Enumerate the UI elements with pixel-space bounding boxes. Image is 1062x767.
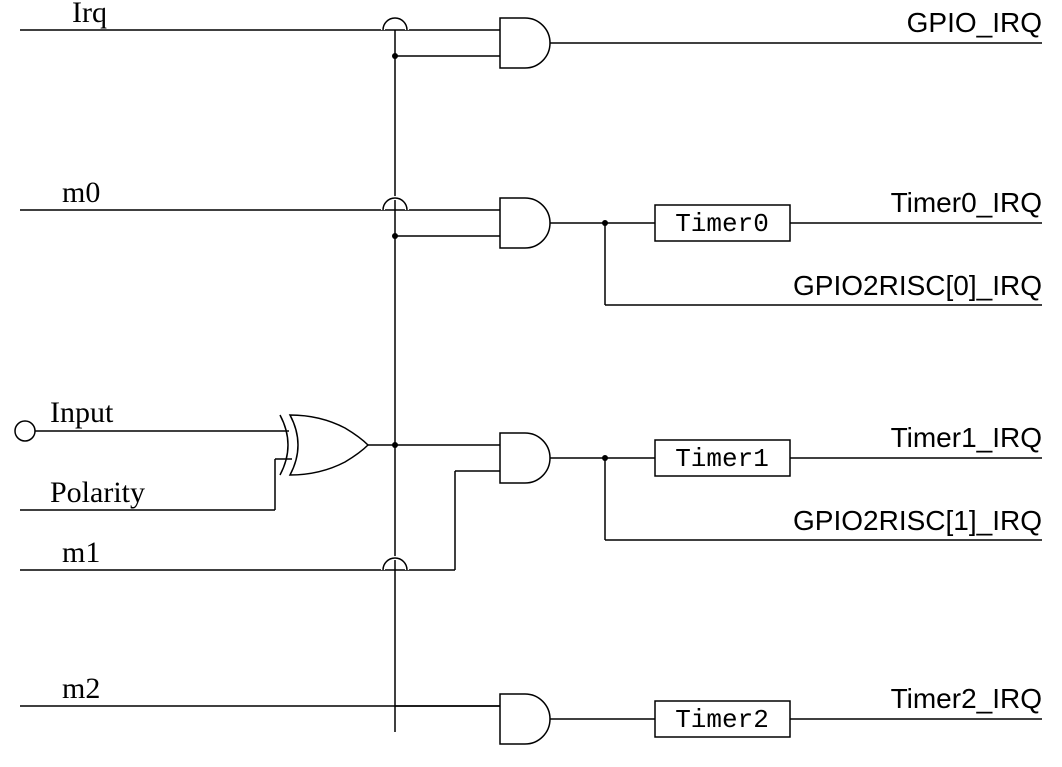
and-gate-m2 (500, 694, 550, 744)
label-gpio2risc0: GPIO2RISC[0]_IRQ (793, 270, 1042, 301)
label-irq: Irq (72, 0, 107, 29)
timer0-label: Timer0 (675, 209, 769, 239)
label-timer1-irq: Timer1_IRQ (891, 422, 1042, 453)
xor-gate (280, 415, 368, 475)
timer2-label: Timer2 (675, 705, 769, 735)
and-gate-m0 (500, 198, 550, 248)
label-timer0-irq: Timer0_IRQ (891, 187, 1042, 218)
label-gpio-irq: GPIO_IRQ (907, 7, 1042, 38)
timer1-label: Timer1 (675, 444, 769, 474)
label-input: Input (50, 396, 114, 429)
label-timer2-irq: Timer2_IRQ (891, 683, 1042, 714)
and-gate-irq (500, 18, 550, 68)
and-gate-m1 (500, 433, 550, 483)
label-m2: m2 (62, 672, 100, 705)
label-polarity: Polarity (50, 476, 145, 509)
label-m1: m1 (62, 536, 100, 569)
label-gpio2risc1: GPIO2RISC[1]_IRQ (793, 505, 1042, 536)
input-pad (15, 421, 35, 441)
label-m0: m0 (62, 176, 100, 209)
logic-diagram: Irq GPIO_IRQ m0 GPIO2RISC[0]_IRQ Timer0 … (0, 0, 1062, 767)
